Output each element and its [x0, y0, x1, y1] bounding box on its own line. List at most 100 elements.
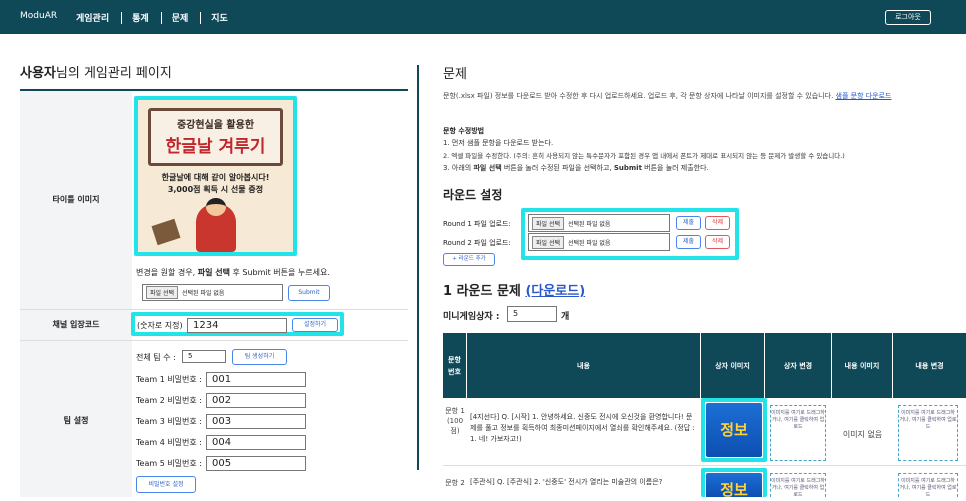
nav-divider — [121, 11, 123, 24]
round-2-delete-button[interactable]: 삭제 — [705, 235, 730, 249]
round-problem-title: 1 라운드 문제 (다운로드) — [443, 280, 585, 299]
title-image-submit-button[interactable]: Submit — [288, 285, 330, 301]
page-title: 사용자님의 게임관리 페이지 — [20, 62, 172, 81]
nav-game-manage[interactable]: 게임관리 — [76, 11, 109, 24]
th-box-change: 상자 변경 — [765, 333, 831, 398]
round-1-file-input[interactable]: 파일 선택 선택된 파일 없음 — [528, 214, 670, 232]
row-2-box-image[interactable]: 정보 — [706, 473, 762, 497]
file-none-text: 선택된 파일 없음 — [182, 290, 225, 297]
howto3-pre: 3. 아래의 — [443, 164, 474, 172]
poster-headline: 한글날 겨루기 — [165, 137, 266, 157]
title-image-label: 타이틀 이미지 — [20, 91, 132, 309]
top-navbar: ModuAR 게임관리 통계 문제 지도 로그아웃 — [0, 0, 966, 34]
round-problem-text: 1 라운드 문제 — [443, 284, 526, 299]
mini-game-label: 미니게임상자 : — [443, 312, 500, 322]
howto3-post: 버튼을 눌러 제출한다. — [641, 164, 709, 172]
howto3-bold-1: 파일 선택 — [473, 164, 502, 172]
row-1-box-dropzone[interactable]: 이미지를 여기로 드래그하거나, 여기를 클릭하여 업로드 — [770, 405, 826, 461]
change-note-post: 후 Submit 버튼을 누르세요. — [229, 268, 330, 277]
nav-divider — [160, 11, 162, 24]
round-1-delete-button[interactable]: 삭제 — [705, 216, 730, 230]
poster-subtitle: 중강현실을 활용한 — [176, 120, 255, 131]
team-generate-button[interactable]: 팀 생성하기 — [232, 349, 287, 365]
row-1-box-image[interactable]: 정보 — [706, 403, 762, 457]
round-1-submit-button[interactable]: 제출 — [676, 216, 701, 230]
howto-step-1: 1. 먼저 샘플 문항을 다운로드 받는다. — [443, 139, 554, 147]
row-2-content: [주관식] Q. [주관식] 2. '신중도' 전시가 열리는 미술관의 이름은… — [470, 478, 663, 486]
channel-code-label: 채널 입장코드 — [20, 310, 132, 340]
round-2-file-none: 선택된 파일 없음 — [568, 239, 611, 247]
password-set-button[interactable]: 비밀번호 설정 — [136, 476, 196, 493]
main-nav: 게임관리 통계 문제 지도 — [76, 11, 228, 24]
round-2-submit-button[interactable]: 제출 — [676, 235, 701, 249]
row-2-content-dropzone[interactable]: 이미지를 여기로 드래그하거나, 여기를 클릭하여 업로드 — [898, 473, 958, 497]
round-2-file-select-button[interactable]: 파일 선택 — [532, 235, 564, 249]
title-image-file-input[interactable]: 파일 선택 선택된 파일 없음 — [142, 284, 283, 301]
nav-stats[interactable]: 통계 — [132, 11, 149, 24]
howto3-mid: 버튼을 눌러 수정된 파일을 선택하고, — [501, 164, 614, 172]
row-2-number: 문항 2 — [445, 479, 465, 487]
poster-book — [151, 218, 181, 246]
channel-code-set-button[interactable]: 설정하기 — [292, 318, 338, 332]
team-3-label: Team 3 비밀번호 : — [136, 417, 202, 426]
nav-map[interactable]: 지도 — [211, 11, 228, 24]
channel-code-input[interactable]: 1234 — [187, 318, 287, 333]
page-title-user: 사용자 — [20, 66, 56, 81]
sample-download-link[interactable]: 샘플 문항 다운로드 — [836, 92, 892, 100]
title-poster-image[interactable]: 중강현실을 활용한 한글날 겨루기 한글날에 대해 같이 알아봅시다! 3,00… — [138, 100, 293, 252]
team-4-password-input[interactable]: 004 — [206, 435, 306, 450]
add-round-button[interactable]: + 라운드 추가 — [443, 253, 495, 266]
team-count-input[interactable]: 5 — [182, 350, 226, 363]
file-select-button[interactable]: 파일 선택 — [146, 286, 178, 299]
th-number: 문항번호 — [443, 333, 466, 398]
th-content-change: 내용 변경 — [893, 333, 966, 398]
row-1-content-image: 이미지 없음 — [842, 430, 883, 439]
nav-problems[interactable]: 문제 — [172, 11, 189, 24]
team-1-label: Team 1 비밀번호 : — [136, 375, 202, 384]
change-note-pre: 변경을 원할 경우, — [136, 268, 198, 277]
change-note-bold: 파일 선택 — [197, 268, 230, 277]
team-2-password-input[interactable]: 002 — [206, 393, 306, 408]
team-5-password-input[interactable]: 005 — [206, 456, 306, 471]
poster-body-1: 한글날에 대해 같이 알아봅시다! — [161, 173, 270, 182]
mini-game-unit: 개 — [561, 312, 570, 322]
howto-title: 문항 수정방법 — [443, 127, 485, 135]
mini-game-count-input[interactable]: 5 — [507, 306, 557, 322]
round-1-file-select-button[interactable]: 파일 선택 — [532, 216, 564, 230]
howto-step-2: 2. 엑셀 파일을 수정한다. (주의: 흔히 사용되지 않는 특수문자가 포함… — [443, 152, 845, 160]
page-title-rest: 님의 게임관리 페이지 — [55, 66, 172, 81]
row-2-box-dropzone[interactable]: 이미지를 여기로 드래그하거나, 여기를 클릭하여 업로드 — [770, 473, 826, 497]
team-count-label: 전체 팀 수 : — [136, 353, 176, 362]
team-settings-label: 팀 설정 — [20, 341, 132, 497]
team-3-password-input[interactable]: 003 — [206, 414, 306, 429]
howto3-bold-2: Submit — [613, 164, 642, 172]
row-1-content: [4지선다] Q. [시작] 1. 안녕하세요. 신중도 전시에 오신것을 환영… — [470, 413, 695, 443]
team-4-label: Team 4 비밀번호 : — [136, 438, 202, 447]
team-5-label: Team 5 비밀번호 : — [136, 459, 202, 468]
round-problem-download-link[interactable]: (다운로드) — [525, 284, 585, 299]
howto-step-3: 3. 아래의 파일 선택 버튼을 눌러 수정된 파일을 선택하고, Submit… — [443, 163, 709, 173]
poster-king-face — [206, 198, 226, 216]
th-content: 내용 — [467, 333, 700, 398]
problems-title: 문제 — [443, 67, 467, 82]
row-1-content-dropzone[interactable]: 이미지를 여기로 드래그하거나, 여기를 클릭하여 업로드 — [898, 405, 958, 461]
round-2-file-input[interactable]: 파일 선택 선택된 파일 없음 — [528, 233, 670, 251]
round-2-label: Round 2 파일 업로드: — [443, 239, 511, 247]
th-content-image: 내용 이미지 — [832, 333, 892, 398]
problems-desc-text: 문항(.xlsx 파일) 정보를 다운로드 받아 수정한 후 다시 업로드하세요… — [443, 92, 834, 100]
team-2-label: Team 2 비밀번호 : — [136, 396, 202, 405]
round-1-label: Round 1 파일 업로드: — [443, 220, 511, 228]
row-1-number: 문항 1 (100 점) — [445, 407, 465, 435]
problems-description: 문항(.xlsx 파일) 정보를 다운로드 받아 수정한 후 다시 업로드하세요… — [443, 91, 958, 102]
brand-logo[interactable]: ModuAR — [20, 11, 57, 21]
change-note: 변경을 원할 경우, 파일 선택 후 Submit 버튼을 누르세요. — [136, 267, 330, 278]
round-1-file-none: 선택된 파일 없음 — [568, 220, 611, 228]
th-box-image: 상자 이미지 — [701, 333, 764, 398]
channel-code-hint: (숫자로 지정) — [137, 321, 183, 330]
column-divider — [417, 65, 419, 470]
team-1-password-input[interactable]: 001 — [206, 372, 306, 387]
nav-divider — [200, 11, 202, 24]
poster-body-2: 3,000점 획득 시 선물 증정 — [167, 185, 264, 194]
logout-button[interactable]: 로그아웃 — [885, 10, 931, 25]
round-settings-title: 라운드 설정 — [443, 188, 503, 202]
